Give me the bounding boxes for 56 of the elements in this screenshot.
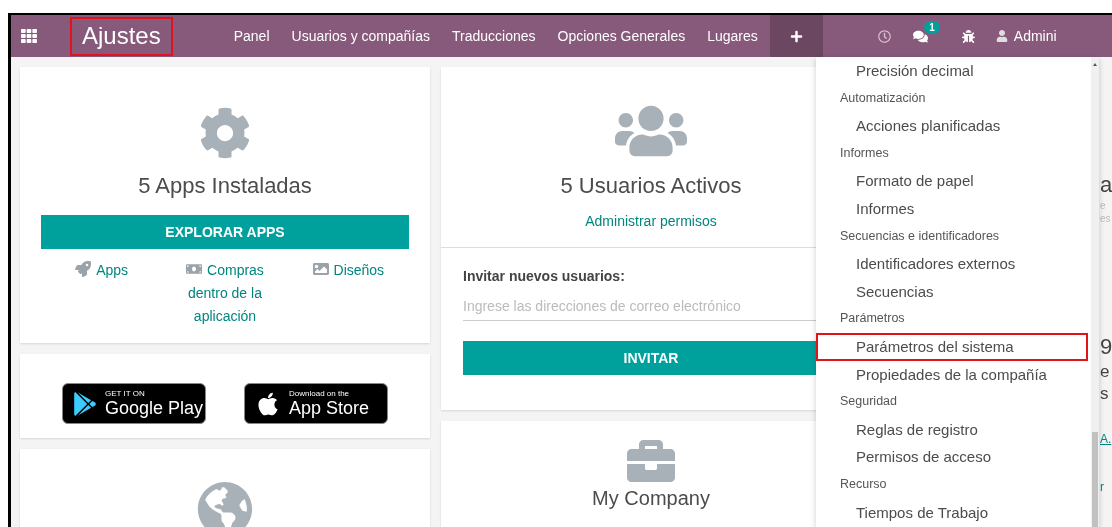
partial-link[interactable]: r xyxy=(1100,480,1112,494)
app-link[interactable]: Diseños xyxy=(288,259,409,328)
menu-item[interactable]: Reglas de registro xyxy=(816,415,1088,444)
menu-item[interactable]: Precisión decimal xyxy=(816,57,1088,85)
app-link[interactable]: Apps xyxy=(41,259,162,328)
app-store-badge[interactable]: Download on the App Store xyxy=(244,383,388,424)
menu-section-header: Seguridad xyxy=(839,393,898,411)
plus-icon xyxy=(789,29,803,43)
apps-grid-icon[interactable] xyxy=(21,28,37,44)
menu-item[interactable]: Informes xyxy=(816,194,1088,223)
partial-text: s xyxy=(1100,384,1110,404)
menu-section-header: Secuencias e identificadores xyxy=(839,227,1001,245)
active-users-title: 5 Usuarios Activos xyxy=(560,173,742,199)
menu-item[interactable]: Formato de papel xyxy=(816,167,1088,195)
partial-text: e xyxy=(1100,362,1111,382)
menu-section-header: Recurso xyxy=(839,475,888,493)
nav-menu-item[interactable]: Traducciones xyxy=(441,28,547,44)
app-link[interactable]: Compras dentro de la aplicación xyxy=(165,259,285,328)
globe-icon xyxy=(197,481,253,527)
image-icon xyxy=(312,261,329,277)
menu-section-header: Automatización xyxy=(839,89,927,107)
chat-button[interactable]: 1 xyxy=(901,15,939,57)
explore-apps-button[interactable]: EXPLORAR APPS xyxy=(41,215,409,249)
gear-icon xyxy=(199,107,251,159)
banknote-icon xyxy=(186,261,203,277)
company-name: My Company xyxy=(592,487,710,510)
message-count-badge: 1 xyxy=(924,21,940,34)
partial-link[interactable]: A. xyxy=(1100,432,1112,446)
clock-icon xyxy=(877,29,891,43)
nav-menu-item[interactable]: Opciones Generales xyxy=(546,28,697,44)
partial-text: e xyxy=(1100,200,1107,211)
briefcase-icon xyxy=(627,437,675,485)
menu-item[interactable]: Acciones planificadas xyxy=(816,112,1088,140)
manage-permissions-link[interactable]: Administrar permisos xyxy=(585,213,717,229)
menu-item[interactable]: Parámetros del sistema xyxy=(816,332,1088,361)
partial-text: a xyxy=(1100,172,1112,198)
app-title: Ajustes xyxy=(70,16,173,56)
invite-label: Invitar nuevos usuarios: xyxy=(463,268,626,284)
menu-item[interactable]: Identificadores externos xyxy=(816,250,1088,278)
rocket-icon xyxy=(75,261,92,277)
menu-item[interactable]: Tiempos de Trabajo xyxy=(816,498,1088,527)
menu-item[interactable]: Permisos de acceso xyxy=(816,443,1088,471)
chat-bubbles-icon xyxy=(912,28,928,44)
partial-text: es xyxy=(1100,213,1112,224)
google-play-badge[interactable]: GET IT ON Google Play xyxy=(62,383,206,424)
add-menu-button[interactable] xyxy=(769,15,823,57)
nav-menu-item[interactable]: Lugares xyxy=(696,28,769,44)
nav-menu-item[interactable]: Panel xyxy=(222,28,281,44)
menu-section-header: Informes xyxy=(839,144,890,162)
apps-count-title: 5 Apps Instaladas xyxy=(138,173,312,199)
partial-text: 9 xyxy=(1100,334,1112,360)
user-icon xyxy=(995,30,1008,42)
bug-icon xyxy=(961,29,975,43)
nav-menu-item[interactable]: Usuarios y compañías xyxy=(280,28,442,44)
menu-section-header: Parámetros xyxy=(839,310,906,328)
user-menu[interactable]: Admini xyxy=(985,28,1057,44)
